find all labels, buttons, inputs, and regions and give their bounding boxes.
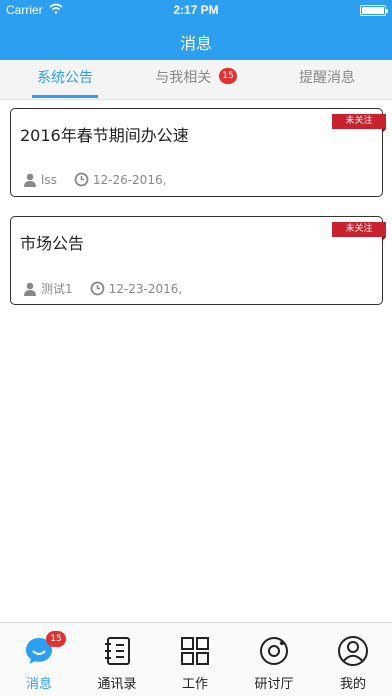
- tab-label: 我的: [339, 677, 366, 692]
- message-date: 12-26-2016,: [92, 172, 167, 187]
- battery-icon: [360, 5, 388, 16]
- message-meta: lss 12-26-2016,: [23, 172, 166, 187]
- message-author: 测试1: [41, 282, 73, 296]
- clock: 2:17 PM: [173, 3, 219, 17]
- bottom-tab-bar: 15 消息 通讯录 工作 研讨厅 我的: [0, 622, 392, 696]
- status-bar: Carrier 2:17 PM: [0, 0, 392, 20]
- bottom-tab-contacts[interactable]: 通讯录: [78, 623, 156, 696]
- message-author: lss: [41, 172, 57, 187]
- follow-status-ribbon[interactable]: 未关注: [332, 222, 386, 241]
- user-icon: [24, 173, 36, 187]
- page-title: 消息: [179, 34, 212, 53]
- message-date: 12-23-2016,: [108, 281, 183, 296]
- tab-system-notice[interactable]: 系统公告: [0, 60, 130, 100]
- unread-badge: 15: [219, 68, 237, 84]
- clock-icon: [90, 281, 105, 296]
- tab-label: 系统公告: [37, 70, 93, 86]
- message-title: 2016年春节期间办公速: [20, 126, 189, 145]
- bottom-tab-seminar-hall[interactable]: 研讨厅: [235, 623, 313, 696]
- follow-status-ribbon[interactable]: 未关注: [332, 114, 386, 133]
- grid-icon: [181, 637, 209, 665]
- disc-icon: [260, 637, 288, 665]
- message-card[interactable]: 市场公告 未关注 测试1 12-23-2016,: [10, 216, 386, 305]
- tab-label: 工作: [181, 677, 208, 692]
- tab-active-indicator: [32, 95, 98, 98]
- bottom-tab-mine[interactable]: 我的: [314, 623, 392, 696]
- tab-reminders[interactable]: 提醒消息: [262, 60, 392, 100]
- tab-related-to-me[interactable]: 与我相关 15: [131, 60, 261, 100]
- user-icon: [24, 282, 36, 296]
- tab-label: 研讨厅: [254, 677, 294, 692]
- tab-label: 消息: [25, 677, 52, 692]
- tab-label: 通讯录: [97, 677, 137, 692]
- segment-tabs: 系统公告 与我相关 15 提醒消息: [0, 60, 392, 100]
- nav-bar: Carrier 2:17 PM 消息: [0, 0, 392, 60]
- message-title: 市场公告: [20, 234, 85, 253]
- clock-icon: [74, 172, 89, 187]
- unread-badge: 15: [46, 631, 66, 647]
- profile-icon: [338, 636, 368, 666]
- message-card[interactable]: 2016年春节期间办公速 未关注 lss 12-26-2016,: [10, 108, 386, 197]
- contacts-book-icon: [105, 637, 130, 665]
- message-meta: 测试1 12-23-2016,: [23, 280, 182, 297]
- tab-label: 与我相关: [155, 70, 212, 86]
- tab-label: 提醒消息: [299, 70, 355, 86]
- bottom-tab-work[interactable]: 工作: [156, 623, 234, 696]
- bottom-tab-messages[interactable]: 15 消息: [0, 623, 78, 696]
